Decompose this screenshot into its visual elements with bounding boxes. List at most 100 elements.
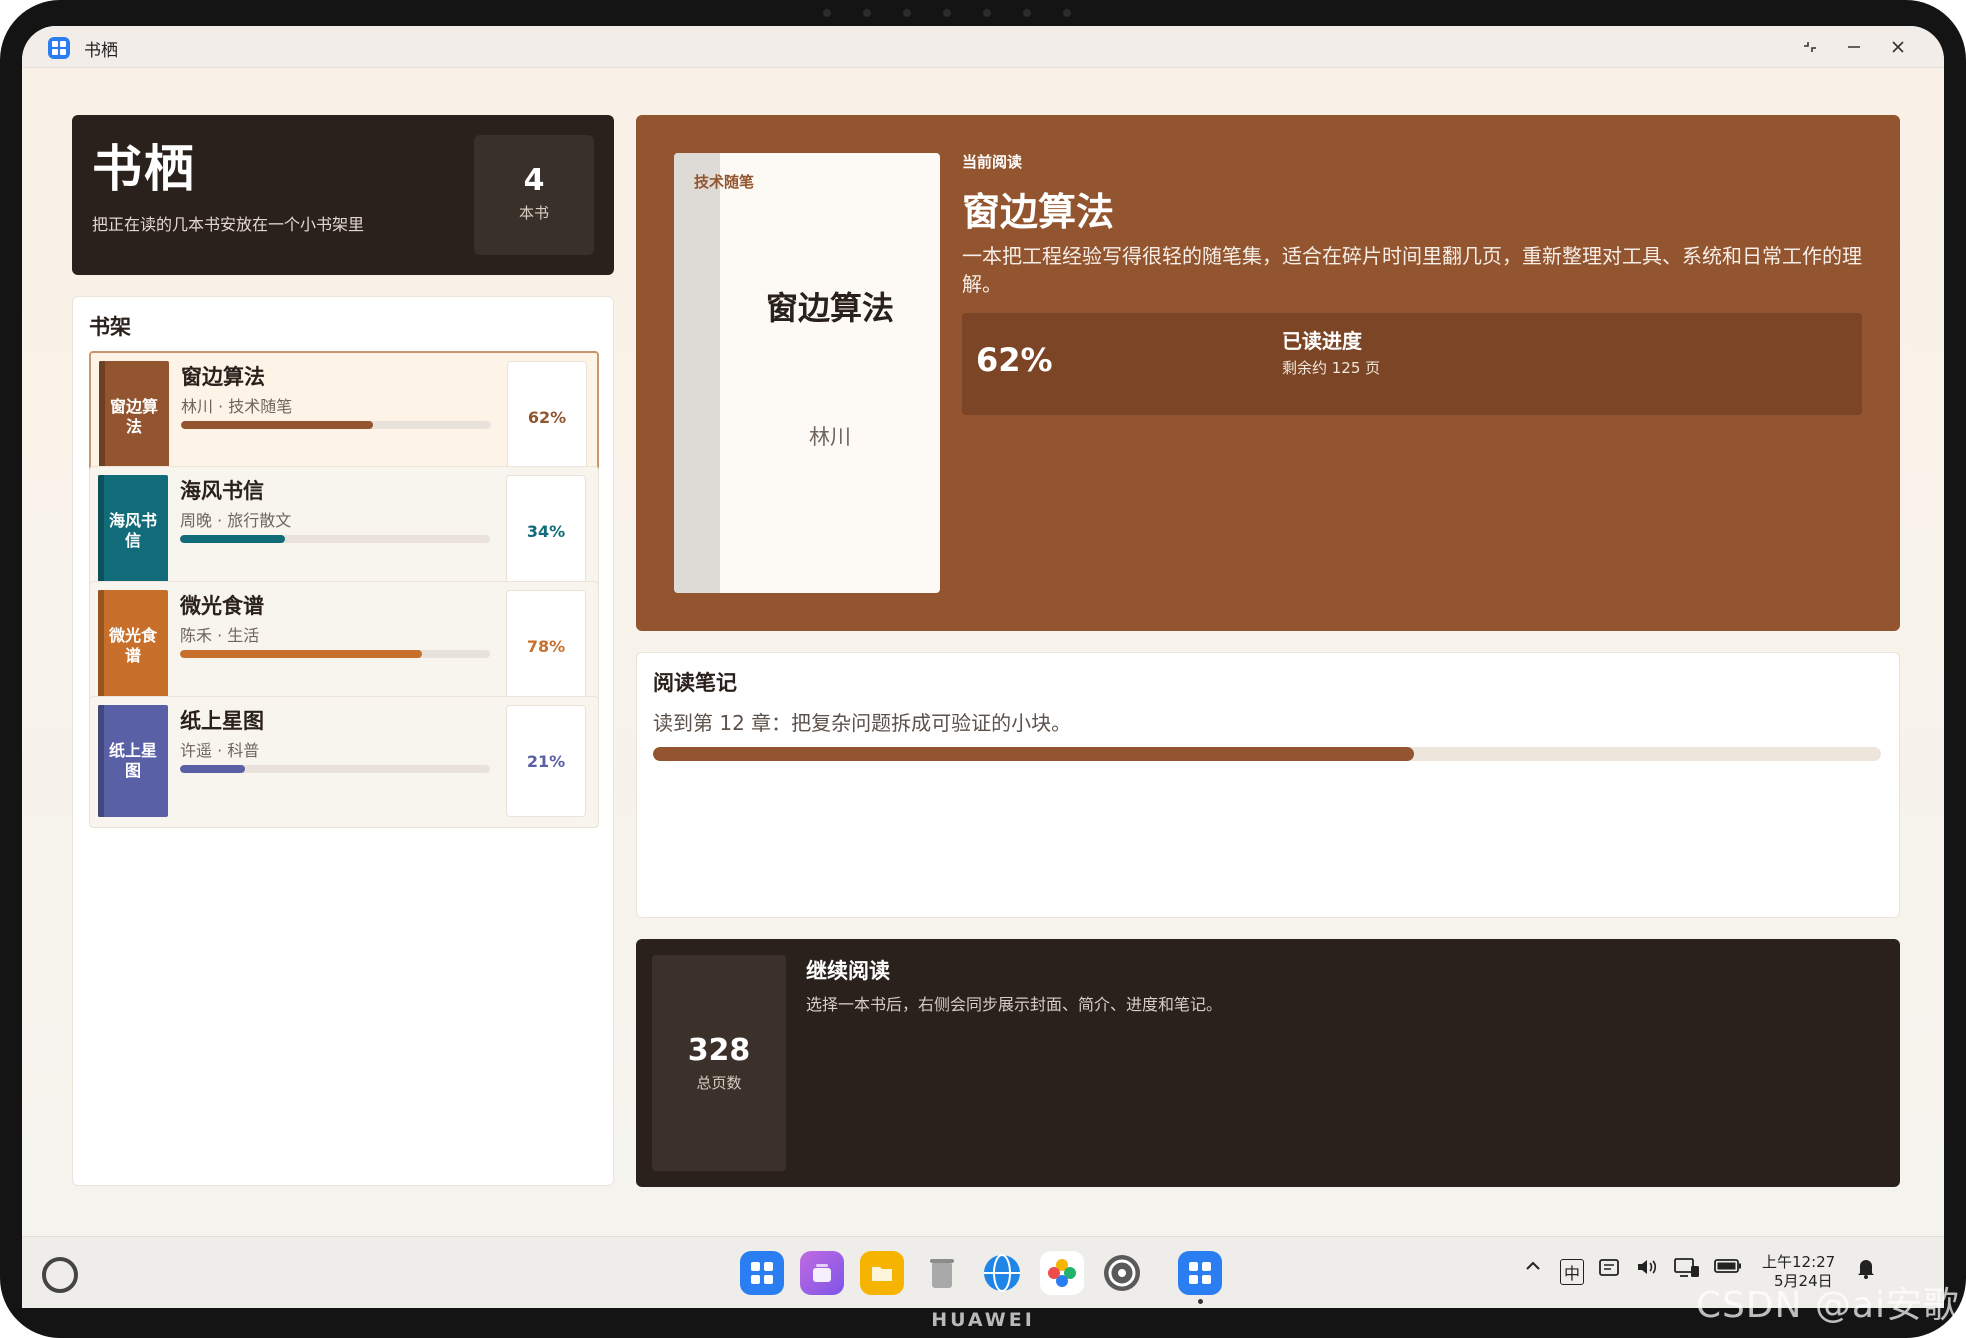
- sensor-dot: [1023, 9, 1031, 17]
- home-button[interactable]: [42, 1257, 78, 1293]
- gear-icon: [1104, 1255, 1140, 1291]
- browser-icon[interactable]: [980, 1251, 1024, 1295]
- clipboard-button[interactable]: [1598, 1257, 1620, 1282]
- screen: 书栖 书栖 把正在读的几本书安放在一个小书架里 4 本书 书架 窗边算法 窗边算…: [22, 26, 1944, 1308]
- current-book-title: 窗边算法: [962, 190, 1115, 234]
- trash-glyph: [930, 1259, 954, 1288]
- clipboard-icon: [1599, 1259, 1619, 1276]
- book-meta: 许遥 · 科普: [180, 741, 260, 760]
- notes-title: 阅读笔记: [653, 671, 737, 695]
- shuqi-app-icon[interactable]: [1178, 1251, 1222, 1295]
- sensor-dot: [1063, 9, 1071, 17]
- book-progress-fill: [181, 421, 374, 429]
- globe-glyph: [984, 1254, 1020, 1292]
- running-indicator: [1198, 1299, 1203, 1304]
- restore-button[interactable]: [1792, 30, 1828, 64]
- window-titlebar: 书栖: [22, 26, 1944, 68]
- cover-title: 窗边算法: [765, 289, 894, 327]
- book-title: 微光食谱: [180, 594, 264, 618]
- total-pages: 328: [687, 1033, 751, 1068]
- continue-reading-title: 继续阅读: [806, 959, 890, 983]
- current-reading-label: 当前阅读: [962, 153, 1023, 171]
- bookshelf-heading: 书架: [89, 315, 131, 339]
- book-count-label: 本书: [518, 204, 549, 222]
- book-spine: 海风书信: [98, 475, 168, 587]
- files-icon[interactable]: [860, 1251, 904, 1295]
- speaker-icon: [1638, 1260, 1657, 1274]
- restore-icon: [1804, 42, 1816, 52]
- book-meta: 周晚 · 旅行散文: [180, 511, 292, 530]
- trash-icon[interactable]: [920, 1251, 964, 1295]
- notes-text: 读到第 12 章：把复杂问题拆成可验证的小块。: [653, 711, 1072, 735]
- sensor-dot: [863, 9, 871, 17]
- book-card-chuangbian[interactable]: 窗边算法 窗边算法 林川 · 技术随笔 62%: [89, 351, 599, 483]
- shuqi-glyph: [1189, 1262, 1211, 1284]
- sensor-dot: [943, 9, 951, 17]
- book-meta: 林川 · 技术随笔: [181, 397, 293, 416]
- watermark-text: CSDN @ai安歌: [1695, 1285, 1960, 1326]
- reading-progress-panel: 62% 已读进度 剩余约 125 页: [962, 313, 1862, 415]
- book-card-weiguang[interactable]: 微光食谱 微光食谱 陈禾 · 生活 78%: [89, 581, 599, 713]
- window-title: 书栖: [84, 41, 118, 61]
- book-percent: 34%: [506, 475, 586, 587]
- book-title: 纸上星图: [180, 709, 264, 733]
- book-meta: 陈禾 · 生活: [180, 626, 260, 645]
- sensor-dot: [983, 9, 991, 17]
- book-progress-fill: [180, 535, 286, 543]
- page-subtitle: 把正在读的几本书安放在一个小书架里: [92, 215, 365, 234]
- tray-expand-button[interactable]: [1524, 1257, 1542, 1280]
- app-content: 书栖 把正在读的几本书安放在一个小书架里 4 本书 书架 窗边算法 窗边算法 林…: [22, 68, 1944, 1236]
- cover-spine: [674, 153, 720, 593]
- cover-author: 林川: [809, 425, 851, 449]
- notes-progress-fill: [653, 747, 1415, 761]
- close-button[interactable]: [1880, 30, 1916, 64]
- total-pages-badge: 328 总页数: [652, 955, 786, 1171]
- reading-progress-label: 已读进度: [1282, 329, 1362, 353]
- notes-progress-track: [653, 747, 1881, 761]
- app-grid-glyph: [751, 1262, 773, 1284]
- settings-icon[interactable]: [1100, 1251, 1144, 1295]
- continue-reading-description: 选择一本书后，右侧会同步展示封面、简介、进度和笔记。: [806, 995, 1223, 1014]
- camera-lens: [903, 9, 911, 17]
- clock-time[interactable]: 上午12:27: [1762, 1251, 1835, 1272]
- book-count-badge: 4 本书: [474, 135, 594, 255]
- book-spine: 纸上星图: [98, 705, 168, 817]
- current-book-description: 一本把工程经验写得很轻的随笔集，适合在碎片时间里翻几页，重新整理对工具、系统和日…: [962, 244, 1862, 296]
- cover-category-tag: 技术随笔: [694, 173, 755, 191]
- total-pages-label: 总页数: [696, 1074, 742, 1092]
- book-spine: 微光食谱: [98, 590, 168, 702]
- minimize-button[interactable]: [1836, 30, 1872, 64]
- battery-icon: [1714, 1259, 1741, 1273]
- device-brand: HUAWEI: [931, 1309, 1035, 1331]
- multitask-glyph: [813, 1264, 831, 1282]
- input-method-indicator[interactable]: 中: [1560, 1259, 1585, 1285]
- book-spine-label: 微光食谱: [108, 626, 157, 665]
- book-card-haifeng[interactable]: 海风书信 海风书信 周晚 · 旅行散文 34%: [89, 466, 599, 598]
- device-bezel: 书栖 书栖 把正在读的几本书安放在一个小书架里 4 本书 书架 窗边算法 窗边算…: [0, 0, 1966, 1338]
- close-icon: [1892, 41, 1904, 53]
- book-progress-track: [180, 535, 490, 543]
- current-reading-panel: 技术随笔 窗边算法 林川 当前阅读 窗边算法 一本把工程经验写得很轻的随笔集，适…: [636, 115, 1900, 631]
- book-cover[interactable]: 技术随笔 窗边算法 林川: [674, 153, 940, 593]
- minimize-icon: [1848, 46, 1860, 48]
- app-grid-icon[interactable]: [740, 1251, 784, 1295]
- book-progress-track: [181, 421, 491, 429]
- volume-button[interactable]: [1636, 1257, 1658, 1282]
- hero-banner: 书栖 把正在读的几本书安放在一个小书架里 4 本书: [72, 115, 614, 275]
- pages-remaining: 剩余约 125 页: [1282, 359, 1381, 377]
- photos-icon[interactable]: [1040, 1251, 1084, 1295]
- page-title: 书栖: [92, 140, 196, 198]
- book-percent: 62%: [507, 361, 587, 473]
- book-spine: 窗边算法: [99, 361, 169, 473]
- book-progress-fill: [180, 765, 246, 773]
- book-title: 海风书信: [180, 479, 264, 503]
- multitask-icon[interactable]: [800, 1251, 844, 1295]
- book-progress-fill: [180, 650, 422, 658]
- book-progress-track: [180, 765, 490, 773]
- chevron-up-icon: [1526, 1261, 1540, 1270]
- book-card-zhishang[interactable]: 纸上星图 纸上星图 许遥 · 科普 21%: [89, 696, 599, 828]
- book-percent: 21%: [506, 705, 586, 817]
- reading-notes-panel: 阅读笔记 读到第 12 章：把复杂问题拆成可验证的小块。: [636, 652, 1900, 918]
- book-spine-label: 海风书信: [108, 511, 157, 550]
- flower-glyph: [1048, 1259, 1076, 1287]
